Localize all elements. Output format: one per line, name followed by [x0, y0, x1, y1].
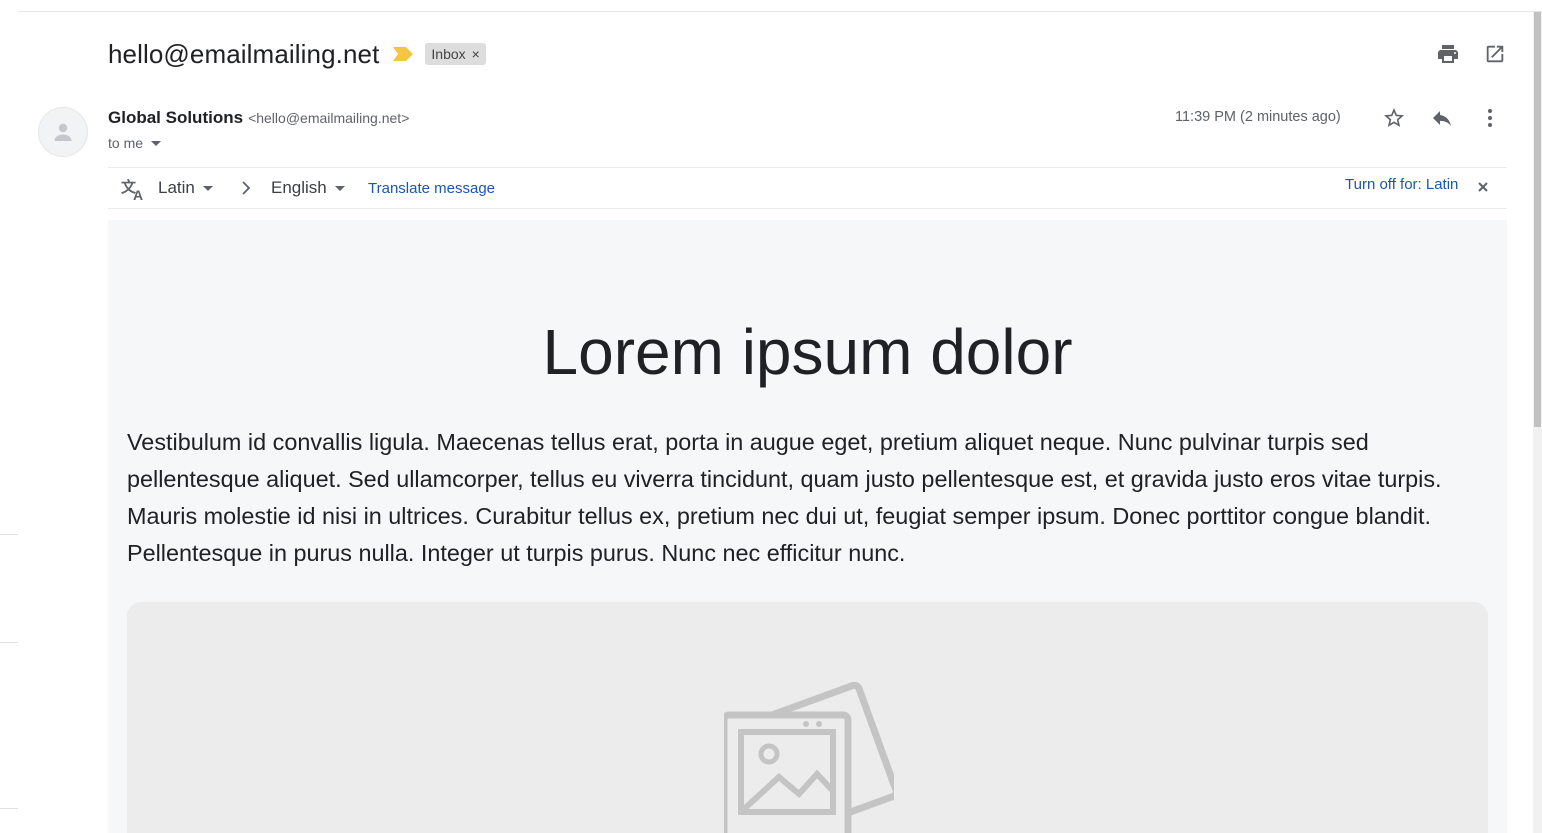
more-vertical-icon[interactable] — [1478, 106, 1502, 130]
scrollbar[interactable] — [1533, 12, 1542, 833]
left-divider — [0, 808, 18, 809]
top-divider — [18, 11, 1542, 12]
subject-title: hello@emailmailing.net — [108, 38, 380, 69]
star-icon[interactable] — [1382, 106, 1406, 130]
open-in-new-window-icon[interactable] — [1483, 42, 1507, 66]
left-divider — [0, 534, 18, 535]
recipient-label: to me — [108, 135, 144, 151]
inbox-label-text: Inbox — [431, 46, 466, 62]
subject-row: hello@emailmailing.net Inbox × — [108, 36, 486, 72]
email-headline: Lorem ipsum dolor — [542, 316, 1073, 388]
email-image — [127, 602, 1488, 833]
source-language-dropdown[interactable]: Latin — [158, 178, 213, 198]
email-paragraph: Vestibulum id convallis ligula. Maecenas… — [127, 429, 1442, 566]
email-body: Lorem ipsum dolor Vestibulum id convalli… — [108, 220, 1507, 833]
close-icon[interactable] — [1477, 181, 1489, 193]
translate-icon: 文 A — [121, 178, 143, 201]
remove-label-icon[interactable]: × — [472, 46, 480, 62]
scrollbar-thumb[interactable] — [1534, 12, 1541, 427]
sender-line: Global Solutions <hello@emailmailing.net… — [108, 108, 409, 128]
chevron-down-icon — [334, 185, 345, 191]
left-divider — [0, 642, 18, 643]
chevron-down-icon — [202, 185, 213, 191]
person-icon — [54, 123, 72, 141]
svg-text:A: A — [133, 187, 143, 201]
avatar[interactable] — [38, 107, 88, 157]
importance-marker-icon[interactable] — [393, 47, 414, 61]
reply-icon[interactable] — [1430, 106, 1454, 130]
sender-email: <hello@emailmailing.net> — [248, 110, 410, 126]
recipient-details-toggle[interactable]: to me — [108, 135, 162, 151]
chevron-down-icon[interactable] — [151, 140, 162, 146]
source-language-label: Latin — [158, 178, 195, 197]
turn-off-translation-link[interactable]: Turn off for: Latin — [1345, 176, 1458, 193]
image-placeholder-icon — [724, 682, 894, 833]
target-language-label: English — [271, 178, 327, 197]
translate-message-link[interactable]: Translate message — [368, 180, 495, 197]
print-icon[interactable] — [1436, 42, 1460, 66]
message-actions — [1382, 106, 1502, 130]
sender-name[interactable]: Global Solutions — [108, 108, 243, 128]
thread-toolbar — [1436, 42, 1507, 66]
target-language-dropdown[interactable]: English — [271, 178, 345, 198]
chevron-right-icon — [242, 181, 251, 195]
translate-bar: 文 A Latin English Translate message Turn… — [108, 167, 1507, 209]
message-timestamp: 11:39 PM (2 minutes ago) — [1175, 109, 1341, 125]
inbox-label-chip: Inbox × — [425, 43, 486, 65]
